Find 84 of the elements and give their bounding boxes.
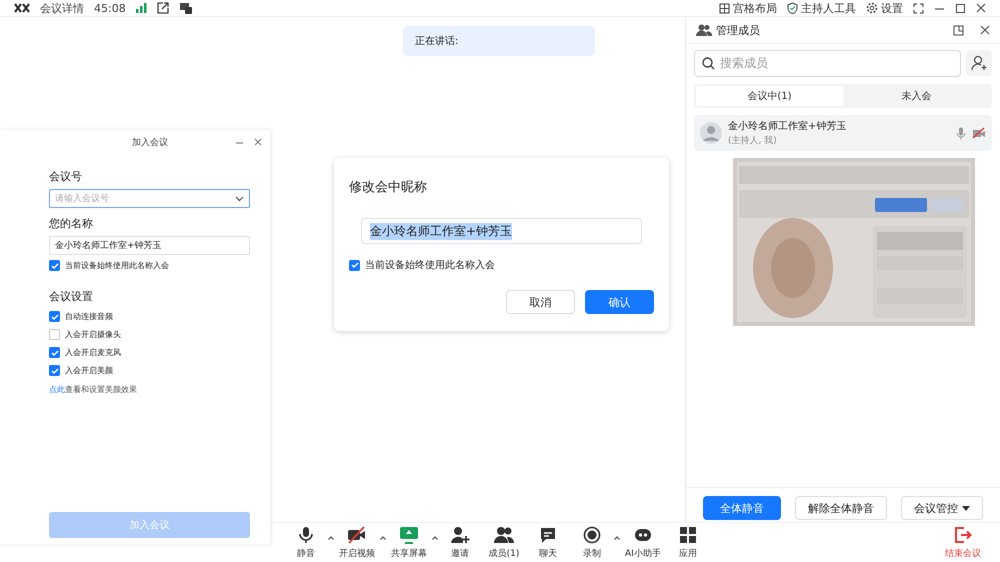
record-icon	[583, 526, 601, 544]
checkbox-label: 自动连接音频	[65, 311, 113, 322]
close-icon[interactable]	[976, 3, 986, 13]
people-icon	[696, 24, 712, 36]
microphone-icon[interactable]	[956, 126, 966, 140]
section-title: 会议设置	[49, 289, 94, 304]
toolbar-button[interactable]: 开启视频	[334, 526, 380, 560]
screen-share-icon	[399, 526, 419, 544]
close-icon[interactable]	[254, 138, 262, 146]
cancel-button[interactable]: 取消	[506, 290, 575, 314]
checkbox-label: 入会开启麦克风	[65, 347, 121, 358]
toolbar-button[interactable]: 邀请	[438, 526, 482, 560]
toolbar-button[interactable]: 共享屏幕	[386, 526, 432, 560]
window-title: 加入会议	[132, 136, 168, 148]
camera-off-icon[interactable]	[972, 127, 986, 139]
tab[interactable]: 会议中(1)	[696, 86, 843, 106]
shield-icon	[787, 2, 798, 14]
chat-icon	[539, 526, 557, 544]
toolbar-button[interactable]: AI小助手	[620, 526, 666, 560]
nickname-field[interactable]: 金小玲名师工作室+钟芳玉	[361, 218, 642, 244]
meeting-control-dropdown[interactable]: 会议管控	[901, 496, 983, 520]
add-person-icon	[450, 526, 470, 544]
field-label: 会议号	[49, 169, 83, 184]
tab[interactable]: 未入会	[843, 86, 990, 106]
grid-icon	[719, 2, 730, 14]
checkbox-label: 当前设备始终使用此名称入会	[365, 258, 495, 272]
caret-icon[interactable]	[614, 536, 620, 540]
external-link-icon[interactable]	[156, 2, 169, 14]
close-icon[interactable]	[980, 25, 990, 35]
camera-off-icon	[347, 526, 367, 544]
caret-icon[interactable]	[380, 536, 386, 540]
toolbar-button[interactable]: 录制	[570, 526, 614, 560]
checkbox[interactable]	[49, 347, 60, 358]
beauty-settings-hint: 点此查看和设置美颜效果	[49, 384, 138, 395]
avatar	[700, 122, 722, 144]
meeting-timer: 45:08	[94, 2, 126, 14]
microphone-icon	[298, 526, 314, 544]
toolbar-button[interactable]: 静音	[284, 526, 328, 560]
toolbar-button[interactable]: 应用	[666, 526, 710, 560]
add-person-icon	[971, 55, 987, 71]
toolbar-button[interactable]: 聊天	[526, 526, 570, 560]
settings-button[interactable]: 设置	[881, 0, 903, 16]
member-name: 金小玲名师工作室+钟芳玉	[728, 120, 848, 133]
speaking-banner: 正在讲话:	[403, 26, 595, 56]
end-meeting-button[interactable]: 结束会议	[940, 526, 986, 560]
caret-icon	[962, 506, 970, 510]
checkbox[interactable]	[49, 365, 60, 376]
checkbox-label: 入会开启美颜	[65, 365, 113, 376]
checkbox[interactable]	[349, 260, 360, 270]
settings-icon	[866, 2, 878, 14]
logo-icon	[14, 3, 30, 13]
checkbox[interactable]	[49, 329, 60, 340]
checkbox-label: 当前设备始终使用此名称入会	[65, 260, 169, 271]
caret-icon[interactable]	[432, 536, 438, 540]
host-tools-menu[interactable]: 主持人工具	[801, 0, 856, 16]
layout-menu[interactable]: 宫格布局	[733, 0, 777, 16]
meeting-info-link[interactable]: 会议详情	[40, 0, 84, 16]
robot-icon	[632, 526, 653, 544]
mute-all-button[interactable]: 全体静音	[703, 496, 781, 520]
field-label: 您的名称	[49, 216, 94, 231]
screen-icon[interactable]	[178, 2, 193, 14]
checkbox-label: 入会开启摄像头	[65, 329, 121, 340]
checkbox[interactable]	[49, 311, 60, 322]
toolbar-button[interactable]: 成员(1)	[482, 526, 526, 560]
people-icon	[493, 526, 515, 544]
search-icon	[702, 57, 715, 70]
member-row[interactable]: 金小玲名师工作室+钟芳玉 (主持人, 我)	[694, 115, 992, 151]
dropdown-icon	[235, 196, 244, 202]
confirm-button[interactable]: 确认	[585, 290, 654, 314]
signal-icon	[136, 3, 147, 13]
checkbox[interactable]	[49, 260, 60, 271]
popout-icon[interactable]	[953, 24, 964, 36]
member-role: (主持人, 我)	[728, 134, 778, 147]
panel-title: 管理成员	[716, 22, 760, 38]
dialog-title: 修改会中昵称	[349, 179, 428, 196]
caret-icon[interactable]	[328, 536, 334, 540]
name-field[interactable]: 金小玲名师工作室+钟芳玉	[49, 236, 250, 255]
unmute-all-button[interactable]: 解除全体静音	[795, 496, 887, 520]
fullscreen-icon[interactable]	[913, 2, 924, 14]
maximize-icon[interactable]	[955, 2, 966, 14]
apps-icon	[678, 526, 697, 544]
exit-icon	[954, 526, 972, 544]
add-member-button[interactable]	[966, 50, 992, 76]
link[interactable]: 点此	[49, 385, 65, 394]
